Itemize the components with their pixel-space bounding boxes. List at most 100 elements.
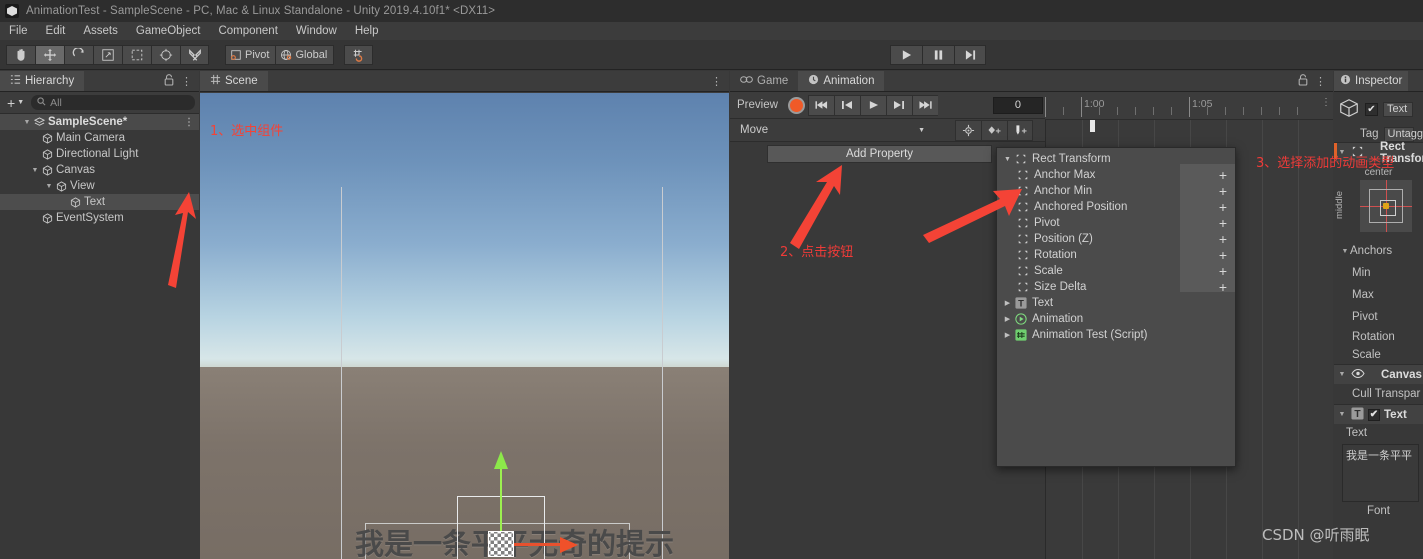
hierarchy-item-canvas[interactable]: ▼ Canvas xyxy=(0,162,199,178)
chevron-down-icon[interactable]: ▼ xyxy=(1340,248,1350,255)
property-item-scale[interactable]: Scale + xyxy=(997,263,1235,279)
text-content-textarea[interactable]: 我是一条平平 xyxy=(1342,444,1419,502)
add-property-plus-button[interactable]: + xyxy=(1219,184,1227,198)
preview-toggle-button[interactable]: Preview xyxy=(730,99,785,111)
hierarchy-item-directional-light[interactable]: ▼ Directional Light xyxy=(0,146,199,162)
pivot-toggle-button[interactable]: Pivot xyxy=(225,44,277,65)
property-group-animation-test-script[interactable]: ▶ Animation Test (Script) xyxy=(997,327,1235,343)
timeline-playhead[interactable] xyxy=(1090,120,1095,132)
rect-tool-button[interactable] xyxy=(122,44,151,65)
object-enabled-checkbox[interactable]: ✔ xyxy=(1365,102,1378,116)
play-button[interactable] xyxy=(859,94,886,116)
clip-selector-dropdown[interactable]: Move ▼ xyxy=(734,122,929,139)
text-enabled-checkbox[interactable]: ✔ xyxy=(1368,408,1380,421)
add-property-button[interactable]: Add Property xyxy=(767,145,992,163)
property-item-anchor-min[interactable]: Anchor Min + xyxy=(997,183,1235,199)
hierarchy-item-main-camera[interactable]: ▼ Main Camera xyxy=(0,130,199,146)
add-property-plus-button[interactable]: + xyxy=(1219,200,1227,214)
property-item-position-z[interactable]: Position (Z) + xyxy=(997,231,1235,247)
current-frame-input[interactable]: 0 xyxy=(992,96,1043,114)
object-name-field[interactable]: Text xyxy=(1383,101,1413,117)
chevron-down-icon[interactable]: ▼ xyxy=(1337,411,1347,418)
add-property-plus-button[interactable]: + xyxy=(1219,248,1227,262)
rotate-tool-button[interactable] xyxy=(64,44,93,65)
add-property-plus-button[interactable]: + xyxy=(1219,280,1227,294)
anchor-preset-box[interactable] xyxy=(1359,180,1412,232)
custom-tool-button[interactable] xyxy=(180,44,209,65)
component-header-canvas-renderer[interactable]: ▼ Canvas xyxy=(1334,364,1423,384)
first-frame-button[interactable] xyxy=(807,94,834,116)
tag-dropdown[interactable]: Untagged xyxy=(1383,126,1423,142)
add-property-plus-button[interactable]: + xyxy=(1219,168,1227,182)
add-property-popup[interactable]: ▼ Rect Transform Anchor Max + Anchor Min + Anc… xyxy=(996,147,1236,467)
menu-file[interactable]: File xyxy=(0,22,37,40)
timeline-ruler[interactable]: 1:00 1:05 ⋮ xyxy=(1045,93,1333,120)
gizmo-y-arrowhead[interactable] xyxy=(494,451,508,469)
hierarchy-item-samplescene[interactable]: ▼ SampleScene* ⋮ xyxy=(0,114,199,130)
tab-scene[interactable]: Scene xyxy=(200,71,268,91)
next-frame-button[interactable] xyxy=(885,94,912,116)
chevron-down-icon[interactable]: ▼ xyxy=(30,167,40,174)
hierarchy-item-view[interactable]: ▼ View xyxy=(0,178,199,194)
tab-inspector[interactable]: Inspector xyxy=(1334,71,1409,91)
menu-window[interactable]: Window xyxy=(287,22,346,40)
chevron-right-icon[interactable]: ▶ xyxy=(1002,331,1013,339)
kebab-icon[interactable]: ⋮ xyxy=(1321,97,1331,108)
component-header-text[interactable]: ▼ T ✔ Text xyxy=(1334,404,1423,424)
property-item-rotation[interactable]: Rotation + xyxy=(997,247,1235,263)
gizmo-x-arrowhead[interactable] xyxy=(560,537,578,553)
add-property-plus-button[interactable]: + xyxy=(1219,232,1227,246)
kebab-icon[interactable]: ⋮ xyxy=(181,75,192,88)
kebab-icon[interactable]: ⋮ xyxy=(711,75,722,88)
hierarchy-item-eventsystem[interactable]: ▼ EventSystem xyxy=(0,210,199,226)
tab-hierarchy[interactable]: Hierarchy xyxy=(0,71,85,91)
scene-viewport[interactable]: 我是一条平平无奇的提示 1、选中组件 xyxy=(200,93,729,559)
add-property-plus-button[interactable]: + xyxy=(1219,216,1227,230)
chevron-down-icon[interactable]: ▼ xyxy=(1337,371,1347,378)
anchor-preset-widget[interactable]: middle xyxy=(1334,178,1423,232)
global-toggle-button[interactable]: Global xyxy=(276,44,335,65)
chevron-right-icon[interactable]: ▶ xyxy=(1002,299,1013,307)
pause-button[interactable] xyxy=(922,45,954,65)
property-item-size-delta[interactable]: Size Delta + xyxy=(997,279,1235,295)
add-event-button[interactable] xyxy=(1007,119,1033,141)
tab-animation[interactable]: Animation xyxy=(798,71,885,91)
menu-help[interactable]: Help xyxy=(346,22,388,40)
tab-game[interactable]: Game xyxy=(730,71,798,91)
prev-frame-button[interactable] xyxy=(833,94,860,116)
chevron-right-icon[interactable]: ▶ xyxy=(1002,315,1013,323)
grid-snap-icon[interactable] xyxy=(344,44,374,65)
hierarchy-item-text[interactable]: ▼ Text xyxy=(0,194,199,210)
hand-tool-button[interactable] xyxy=(6,44,35,65)
add-key-button[interactable] xyxy=(981,119,1007,141)
property-item-anchor-max[interactable]: Anchor Max + xyxy=(997,167,1235,183)
menu-assets[interactable]: Assets xyxy=(74,22,127,40)
scale-tool-button[interactable] xyxy=(93,44,122,65)
menu-gameobject[interactable]: GameObject xyxy=(127,22,210,40)
menu-edit[interactable]: Edit xyxy=(37,22,75,40)
transform-tool-button[interactable] xyxy=(151,44,180,65)
menu-component[interactable]: Component xyxy=(209,22,286,40)
lock-icon[interactable] xyxy=(164,73,174,89)
gizmo-center-handle[interactable] xyxy=(488,531,514,557)
move-tool-button[interactable] xyxy=(35,44,64,65)
lock-icon[interactable] xyxy=(1298,73,1308,89)
chevron-down-icon[interactable]: ▼ xyxy=(44,183,54,190)
kebab-icon[interactable]: ⋮ xyxy=(184,117,194,128)
hierarchy-search-input[interactable]: All xyxy=(31,95,195,110)
anchors-foldout[interactable]: ▼ Anchors xyxy=(1334,240,1423,262)
property-item-pivot[interactable]: Pivot + xyxy=(997,215,1235,231)
last-frame-button[interactable] xyxy=(911,94,938,116)
step-button[interactable] xyxy=(954,45,986,65)
kebab-icon[interactable]: ⋮ xyxy=(1315,75,1326,88)
property-group-rect-transform[interactable]: ▼ Rect Transform xyxy=(997,151,1235,167)
property-item-anchored-position[interactable]: Anchored Position + xyxy=(997,199,1235,215)
hierarchy-add-button[interactable]: + ▼ xyxy=(4,95,27,111)
chevron-down-icon[interactable]: ▼ xyxy=(22,119,32,126)
chevron-down-icon[interactable]: ▼ xyxy=(1002,156,1013,163)
property-group-animation[interactable]: ▶ Animation xyxy=(997,311,1235,327)
play-button[interactable] xyxy=(890,45,922,65)
add-property-plus-button[interactable]: + xyxy=(1219,264,1227,278)
add-keyframe-button[interactable] xyxy=(955,119,981,141)
property-group-text[interactable]: ▶ T Text xyxy=(997,295,1235,311)
